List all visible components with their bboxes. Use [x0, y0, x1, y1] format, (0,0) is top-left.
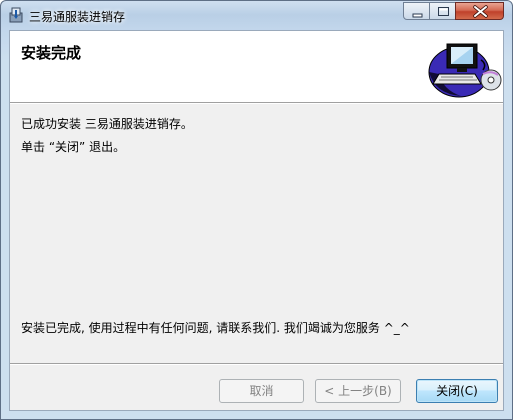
button-bar-separator — [10, 363, 503, 365]
installer-window: 三易通服装进销存 安装完成 已成功安装 三易通服装进销存。 单击 “关闭” 退出… — [0, 0, 513, 420]
computer-with-disc-icon — [428, 43, 502, 98]
cancel-button[interactable]: 取消 — [219, 379, 304, 403]
maximize-icon — [438, 7, 449, 16]
close-icon — [473, 5, 488, 18]
minimize-icon — [412, 13, 423, 18]
maximize-button[interactable] — [429, 2, 456, 20]
minimize-button[interactable] — [403, 2, 430, 20]
install-success-text: 已成功安装 三易通服装进销存。 — [21, 117, 193, 131]
dialog-body: 安装完成 已成功安装 三易通服装进销存。 单击 “关闭” 退出。 安装已完成, … — [9, 30, 504, 411]
exit-instruction-text: 单击 “关闭” 退出。 — [21, 140, 126, 154]
page-title: 安装完成 — [21, 44, 82, 62]
back-button[interactable]: < 上一步(B) — [315, 379, 401, 403]
window-title: 三易通服装进销存 — [29, 10, 126, 24]
header-separator — [10, 103, 503, 104]
wizard-header: 安装完成 — [10, 31, 503, 103]
close-button[interactable]: 关闭(C) — [416, 379, 498, 403]
title-bar[interactable]: 三易通服装进销存 — [1, 1, 512, 29]
close-window-button[interactable] — [455, 2, 504, 20]
support-message-text: 安装已完成, 使用过程中有任何问题, 请联系我们. 我们竭诚为您服务 ^_^ — [21, 321, 410, 335]
installer-package-icon — [9, 7, 23, 23]
